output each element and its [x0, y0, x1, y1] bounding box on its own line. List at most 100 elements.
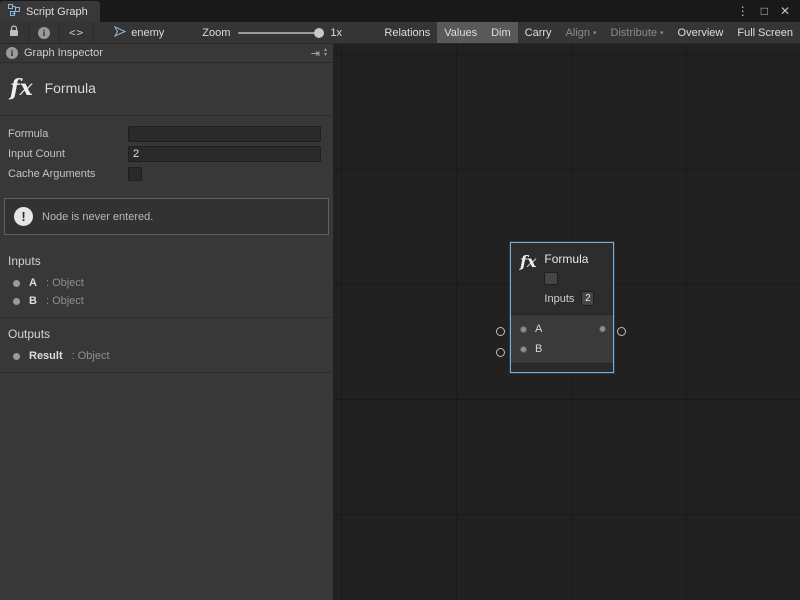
tab-label: Script Graph [26, 6, 88, 18]
node-formula-input[interactable] [544, 272, 558, 285]
input-port-row: A : Object [0, 274, 333, 292]
window-tab-bar: Script Graph ⋮ □ ✕ [0, 0, 800, 22]
carry-button[interactable]: Carry [518, 22, 559, 43]
graph-breadcrumb-label: enemy [131, 27, 164, 39]
tab-script-graph[interactable]: Script Graph [0, 1, 100, 22]
formula-node-header: fx Formula Inputs 2 [511, 243, 613, 314]
graph-inspector-header: i Graph Inspector ⇥ ▴ ▾ [0, 44, 333, 63]
edit-source-button[interactable]: <> [60, 22, 94, 43]
output-port-row: Result : Object [0, 347, 333, 365]
formula-node-ports: A B [511, 314, 613, 363]
graph-canvas[interactable]: fx Formula Inputs 2 A B [334, 44, 800, 600]
input-port-a-icon[interactable] [520, 326, 527, 333]
port-name: A [29, 277, 37, 289]
values-button[interactable]: Values [437, 22, 484, 43]
formula-fx-icon: fx [520, 252, 536, 306]
stepper-control[interactable]: ▴ ▾ [324, 48, 327, 58]
script-graph-icon [8, 4, 20, 19]
align-button[interactable]: Align ▾ [559, 22, 604, 43]
unit-header: fx Formula [0, 63, 333, 115]
port-type: : Object [46, 295, 84, 307]
graph-inspector-panel: i Graph Inspector ⇥ ▴ ▾ fx Formula Formu… [0, 44, 334, 600]
cache-arguments-checkbox[interactable] [128, 167, 142, 181]
formula-field-row: Formula [0, 124, 333, 144]
input-port-b-icon[interactable] [520, 346, 527, 353]
node-title: Formula [544, 252, 594, 266]
formula-field-label: Formula [8, 128, 128, 140]
port-name: Result [29, 350, 63, 362]
window-menu-icon[interactable]: ⋮ [737, 5, 749, 17]
dim-button[interactable]: Dim [484, 22, 518, 43]
unit-fields: Formula Input Count Cache Arguments [0, 116, 333, 188]
input-count-input[interactable] [128, 146, 321, 162]
outputs-list: Result : Object [0, 347, 333, 372]
overview-button[interactable]: Overview [671, 22, 731, 43]
input-count-label: Input Count [8, 148, 128, 160]
step-down-icon[interactable]: ▾ [324, 53, 327, 58]
outputs-heading: Outputs [0, 318, 333, 347]
graph-toolbar: i <> enemy Zoom 1x Relations Values Dim … [0, 22, 800, 44]
chevron-down-icon: ▾ [660, 29, 664, 37]
port-dot-icon [13, 280, 20, 287]
toolbar-buttons: Relations Values Dim Carry Align ▾ Distr… [377, 22, 800, 43]
relations-label: Relations [384, 27, 430, 39]
node-input-count-field[interactable]: 2 [581, 291, 594, 306]
port-type: : Object [72, 350, 110, 362]
lock-icon [9, 25, 19, 40]
window-controls: ⋮ □ ✕ [737, 0, 800, 22]
unit-title: Formula [45, 80, 96, 96]
graph-inspector-title: Graph Inspector [24, 47, 103, 59]
port-type: : Object [46, 277, 84, 289]
port-dot-icon [13, 353, 20, 360]
warning-text: Node is never entered. [42, 211, 153, 223]
cache-arguments-field-row: Cache Arguments [0, 164, 333, 184]
distribute-button[interactable]: Distribute ▾ [604, 22, 671, 43]
values-label: Values [444, 27, 477, 39]
full-screen-button[interactable]: Full Screen [730, 22, 800, 43]
distribute-label: Distribute [611, 27, 657, 39]
external-output-port-result[interactable] [617, 327, 626, 336]
external-input-port-b[interactable] [496, 348, 505, 357]
node-inputs-row: Inputs 2 [544, 291, 594, 306]
warning-box: ! Node is never entered. [4, 198, 329, 235]
info-icon: i [38, 27, 50, 39]
formula-input[interactable] [128, 126, 321, 142]
align-label: Align [566, 27, 590, 39]
port-name: B [29, 295, 37, 307]
external-input-port-a[interactable] [496, 327, 505, 336]
input-port-row: B : Object [0, 292, 333, 310]
formula-node-footer [511, 363, 613, 372]
node-port-label: A [535, 323, 542, 335]
cache-arguments-label: Cache Arguments [8, 168, 128, 180]
window-maximize-icon[interactable]: □ [761, 5, 768, 17]
relations-button[interactable]: Relations [377, 22, 437, 43]
input-count-field-row: Input Count [0, 144, 333, 164]
formula-node-fields: Formula Inputs 2 [544, 252, 594, 306]
chevron-down-icon: ▾ [593, 29, 597, 37]
dock-icon[interactable]: ⇥ [311, 47, 320, 60]
node-port-row-a: A [511, 319, 613, 339]
output-port-result-icon[interactable] [599, 326, 606, 333]
node-port-row-b: B [511, 339, 613, 359]
zoom-control: Zoom 1x [202, 22, 342, 43]
overview-label: Overview [678, 27, 724, 39]
inspect-button[interactable]: i [29, 22, 60, 43]
formula-node[interactable]: fx Formula Inputs 2 A B [510, 242, 614, 373]
zoom-slider[interactable] [238, 32, 322, 34]
window-close-icon[interactable]: ✕ [780, 5, 790, 17]
node-port-label: B [535, 343, 542, 355]
lock-button[interactable] [0, 22, 29, 43]
zoom-label: Zoom [202, 27, 230, 39]
inspector-header-controls: ⇥ ▴ ▾ [311, 47, 327, 60]
node-inputs-label: Inputs [544, 293, 574, 305]
graph-breadcrumb[interactable]: enemy [114, 22, 164, 43]
inputs-list: A : Object B : Object [0, 274, 333, 317]
full-screen-label: Full Screen [737, 27, 793, 39]
zoom-value: 1x [330, 27, 342, 39]
graph-pointer-icon [114, 26, 126, 40]
inputs-heading: Inputs [0, 245, 333, 274]
info-icon: i [6, 47, 18, 59]
port-dot-icon [13, 298, 20, 305]
divider [0, 372, 333, 373]
zoom-slider-handle[interactable] [314, 28, 324, 38]
